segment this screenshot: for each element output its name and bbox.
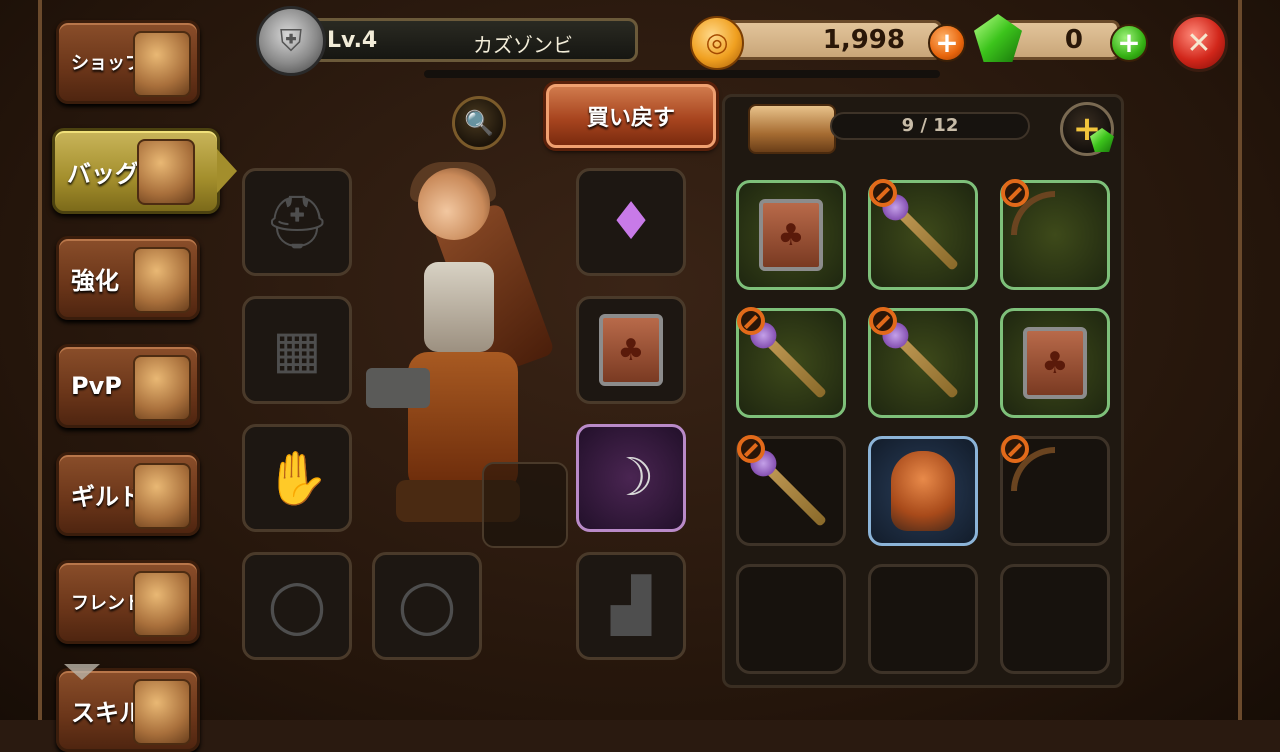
sword-pouch-icon bbox=[133, 355, 191, 421]
shield-icon: ♣ bbox=[759, 199, 823, 271]
header-divider bbox=[424, 70, 940, 78]
restricted-icon bbox=[737, 307, 765, 335]
equip-slot-gloves[interactable]: ✋ bbox=[242, 424, 352, 532]
hammer-icon bbox=[133, 247, 191, 313]
character-slot-overlay bbox=[482, 462, 568, 548]
gold-coin-icon: ◎ bbox=[690, 16, 744, 70]
player-name: カズゾンビ bbox=[473, 33, 573, 57]
goblin-pet-icon bbox=[891, 451, 955, 531]
player-level: Lv.4 bbox=[327, 28, 378, 53]
nav-enhance-button[interactable]: 強化 bbox=[56, 236, 200, 320]
nav-skill-button[interactable]: スキル bbox=[56, 668, 200, 752]
staff-icon bbox=[754, 326, 828, 400]
amulet-icon: ♦ bbox=[607, 192, 655, 252]
inventory-slot[interactable] bbox=[992, 428, 1118, 554]
equip-slot-ring-2[interactable]: ◯ bbox=[372, 552, 482, 660]
inventory-slot-empty[interactable] bbox=[736, 564, 846, 674]
equip-slot-helmet[interactable]: ⛑ bbox=[242, 168, 352, 276]
boots-icon: ▟ bbox=[611, 576, 651, 636]
equip-slot-shield[interactable]: ♣ bbox=[576, 296, 686, 404]
inventory-slot[interactable] bbox=[868, 307, 978, 418]
nav-guild-button[interactable]: ギルド bbox=[56, 452, 200, 536]
scroll-down-arrow-icon[interactable] bbox=[64, 664, 100, 680]
buyback-button[interactable]: 買い戻す bbox=[546, 84, 716, 148]
restricted-icon bbox=[869, 307, 897, 335]
inventory-slot[interactable] bbox=[736, 307, 846, 418]
gold-counter: 1,998 bbox=[716, 20, 942, 60]
gem-amount: 0 bbox=[1064, 25, 1083, 55]
equip-slot-ring-1[interactable]: ◯ bbox=[242, 552, 352, 660]
armor-icon: ▦ bbox=[272, 320, 322, 380]
magnifier-icon[interactable]: 🔍 bbox=[452, 96, 506, 150]
staff-icon bbox=[754, 454, 828, 528]
guild-banner-icon bbox=[133, 463, 191, 529]
equip-slot-amulet[interactable]: ♦ bbox=[576, 168, 686, 276]
nav-bag-button[interactable]: バッグ bbox=[52, 128, 237, 214]
nav-friend-button[interactable]: フレンド bbox=[56, 560, 200, 644]
equip-slot-armor[interactable]: ▦ bbox=[242, 296, 352, 404]
equip-slot-boots[interactable]: ▟ bbox=[576, 552, 686, 660]
ring-icon: ◯ bbox=[267, 576, 327, 636]
close-button[interactable]: ✕ bbox=[1170, 14, 1228, 72]
axe-icon: ☽ bbox=[607, 448, 655, 508]
shield-crest-icon: ⛨ bbox=[256, 6, 326, 76]
ring-icon: ◯ bbox=[397, 576, 457, 636]
inventory-slot[interactable] bbox=[992, 172, 1118, 298]
restricted-icon bbox=[869, 179, 897, 207]
inventory-slot[interactable]: ♣ bbox=[1000, 308, 1110, 418]
inventory-slot[interactable] bbox=[868, 436, 978, 546]
equip-slot-weapon[interactable]: ☽ bbox=[576, 424, 686, 532]
add-gold-button[interactable]: + bbox=[928, 24, 966, 62]
backpack-icon bbox=[748, 104, 836, 154]
gloves-icon: ✋ bbox=[264, 448, 330, 509]
nav-bag-label: バッグ bbox=[67, 159, 139, 188]
capacity-text: 9 / 12 bbox=[901, 115, 959, 136]
inventory-slot[interactable] bbox=[868, 179, 978, 290]
restricted-icon bbox=[1001, 435, 1029, 463]
nav-pvp-button[interactable]: PvP bbox=[56, 344, 200, 428]
shield-icon: ♣ bbox=[1023, 327, 1087, 399]
nav-shop-button[interactable]: ショップ bbox=[56, 20, 200, 104]
buyback-label: 買い戻す bbox=[586, 106, 675, 131]
gold-amount: 1,998 bbox=[822, 25, 905, 55]
staff-icon bbox=[886, 326, 960, 400]
staff-icon bbox=[886, 198, 960, 272]
backpack-icon bbox=[137, 139, 195, 205]
add-gems-button[interactable]: + bbox=[1110, 24, 1148, 62]
nav-enhance-label: 強化 bbox=[71, 266, 119, 295]
treasure-chest-icon bbox=[133, 31, 191, 97]
restricted-icon bbox=[1001, 179, 1029, 207]
restricted-icon bbox=[737, 435, 765, 463]
inventory-slot-empty[interactable] bbox=[868, 564, 978, 674]
side-nav: ショップ バッグ 強化 PvP ギルド フレンド スキル bbox=[52, 14, 237, 752]
inventory-slot-empty[interactable] bbox=[1000, 564, 1110, 674]
inventory-slot[interactable]: ♣ bbox=[736, 180, 846, 290]
player-info-bar: Lv.4 カズゾンビ bbox=[300, 18, 638, 62]
skill-scroll-icon bbox=[133, 679, 191, 745]
friend-orb-icon bbox=[133, 571, 191, 637]
helmet-icon: ⛑ bbox=[263, 192, 330, 253]
inventory-slot[interactable] bbox=[736, 435, 846, 546]
inventory-capacity: 9 / 12 bbox=[830, 112, 1030, 140]
nav-pvp-label: PvP bbox=[71, 372, 122, 400]
shield-icon: ♣ bbox=[599, 314, 663, 386]
